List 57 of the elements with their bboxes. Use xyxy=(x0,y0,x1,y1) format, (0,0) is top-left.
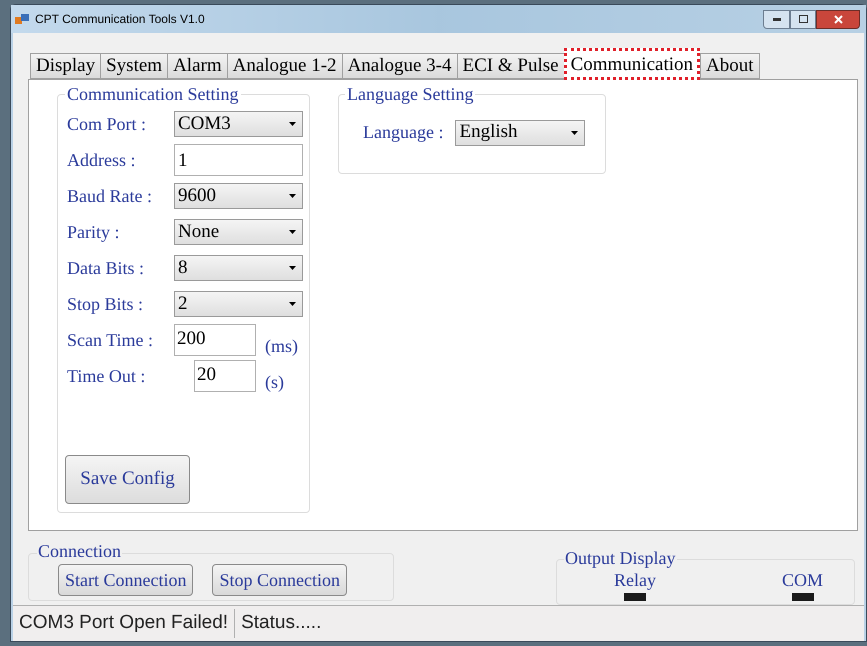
dropdown-value: 9600 xyxy=(178,184,216,208)
dropdown[interactable]: COM3 xyxy=(174,111,303,137)
unit-label: (ms) xyxy=(265,334,298,358)
indicator-label: COM xyxy=(782,570,824,590)
tab[interactable]: About xyxy=(700,53,760,79)
dropdown[interactable]: 9600 xyxy=(174,183,303,209)
dropdown-value: English xyxy=(459,120,518,144)
dropdown-value: COM3 xyxy=(178,112,231,136)
caret-icon xyxy=(289,266,296,270)
tab[interactable]: Display xyxy=(30,53,102,79)
caret-icon xyxy=(289,302,296,306)
minimize-icon xyxy=(772,18,780,20)
dropdown[interactable]: 8 xyxy=(174,255,303,281)
field-label: Time Out : xyxy=(67,364,146,388)
indicator-label: Relay xyxy=(614,570,656,590)
field-label: Address : xyxy=(67,148,136,172)
maximize-button[interactable] xyxy=(790,10,816,28)
dropdown-value: 8 xyxy=(178,256,188,280)
dropdown-value: 2 xyxy=(178,292,188,316)
field-label: Data Bits : xyxy=(67,256,145,280)
caret-icon xyxy=(289,194,296,198)
field-label: Stop Bits : xyxy=(67,292,144,316)
field-label: Scan Time : xyxy=(67,328,154,352)
dropdown[interactable]: None xyxy=(174,219,303,245)
status-text: COM3 Port Open Failed! xyxy=(13,609,236,638)
unit-label: (s) xyxy=(265,370,284,394)
language-dropdown[interactable]: English xyxy=(455,120,586,146)
window-title: CPT Communication Tools V1.0 xyxy=(35,11,205,28)
caret-icon xyxy=(571,130,578,134)
field-label: Parity : xyxy=(67,220,120,244)
field-label: Baud Rate : xyxy=(67,184,153,208)
tab[interactable]: Analogue 1-2 xyxy=(226,53,343,79)
tab[interactable]: ECI & Pulse xyxy=(456,53,565,79)
field-label: Com Port : xyxy=(67,112,148,136)
input-field[interactable]: 1 xyxy=(174,144,303,176)
tab[interactable]: Alarm xyxy=(167,53,228,79)
dropdown-value: None xyxy=(178,220,220,244)
indicator-light xyxy=(792,593,814,601)
input-field[interactable]: 200 xyxy=(174,324,256,356)
dropdown[interactable]: 2 xyxy=(174,291,303,317)
tab[interactable]: Communication xyxy=(564,48,700,80)
save-config-button[interactable]: Save Config xyxy=(65,455,190,504)
tab[interactable]: Analogue 3-4 xyxy=(342,53,458,79)
close-icon xyxy=(834,14,842,24)
caret-icon xyxy=(289,230,296,234)
minimize-button[interactable] xyxy=(763,10,790,28)
maximize-icon xyxy=(798,15,808,23)
input-field[interactable]: 20 xyxy=(194,360,256,392)
close-button[interactable] xyxy=(816,10,860,28)
tab[interactable]: System xyxy=(100,53,168,79)
connection-button[interactable]: Stop Connection xyxy=(212,564,347,596)
status-text: Status..... xyxy=(240,611,322,636)
app-icon xyxy=(15,13,29,25)
field-label: Language : xyxy=(363,121,444,144)
indicator-light xyxy=(624,593,646,601)
connection-button[interactable]: Start Connection xyxy=(58,564,194,596)
caret-icon xyxy=(289,122,296,126)
